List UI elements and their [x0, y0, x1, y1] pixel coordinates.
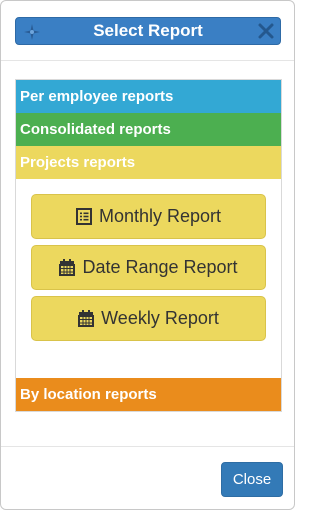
date-range-report-label: Date Range Report [82, 257, 238, 277]
report-dialog: Select Report Per employee reports Conso… [0, 0, 295, 510]
section-projects-reports[interactable]: Projects reports [16, 146, 281, 179]
calendar-icon [78, 310, 95, 327]
monthly-report-label: Monthly Report [98, 206, 222, 226]
footer-divider [1, 446, 294, 447]
section-per-employee-reports[interactable]: Per employee reports [16, 80, 281, 113]
projects-reports-panel: Monthly Report Date Range Report Weekly … [16, 179, 281, 378]
section-consolidated-reports[interactable]: Consolidated reports [16, 113, 281, 146]
weekly-report-button[interactable]: Weekly Report [31, 296, 266, 341]
section-by-location-reports[interactable]: By location reports [16, 378, 281, 411]
header-divider [1, 60, 294, 61]
report-accordion: Per employee reports Consolidated report… [15, 79, 282, 412]
weekly-report-label: Weekly Report [101, 308, 219, 328]
close-button[interactable]: Close [221, 462, 283, 497]
monthly-report-button[interactable]: Monthly Report [31, 194, 266, 239]
calendar-icon [59, 259, 76, 276]
date-range-report-button[interactable]: Date Range Report [31, 245, 266, 290]
close-icon[interactable] [256, 21, 276, 41]
list-icon [75, 208, 92, 225]
dialog-title-bar: Select Report [15, 17, 281, 45]
dialog-title: Select Report [93, 21, 203, 40]
